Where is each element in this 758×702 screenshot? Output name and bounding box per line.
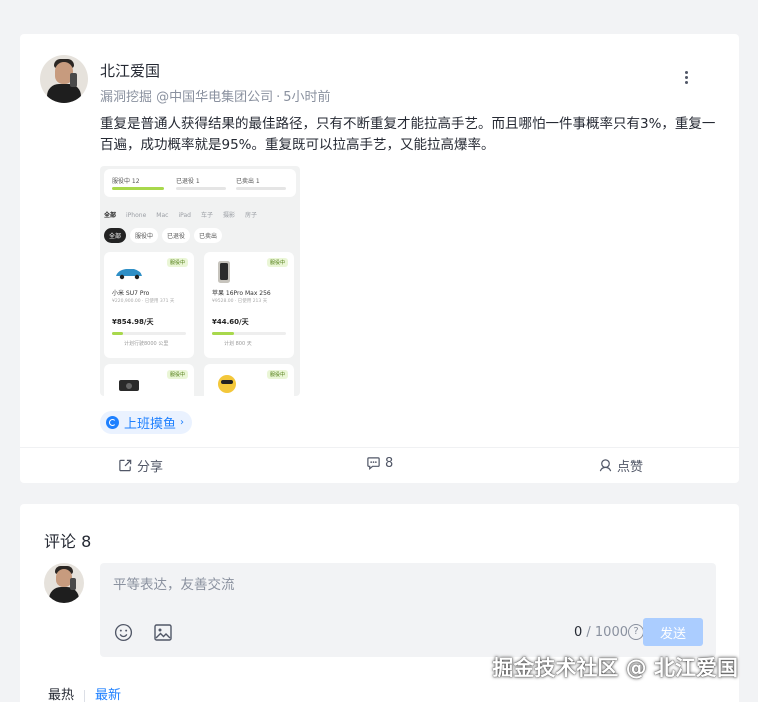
image-item-card: 服役中 苹果 16Pro Max 256 ¥9528.00 · 已使用 213 … [204, 252, 294, 358]
image-category: 房子 [244, 212, 257, 219]
current-user-avatar[interactable] [44, 563, 84, 603]
item-status-badge: 服役中 [166, 258, 188, 267]
more-options-icon[interactable] [679, 71, 693, 87]
share-button[interactable]: 分享 [118, 456, 163, 475]
image-stat: 服役中 12 [112, 178, 140, 185]
comment-input[interactable] [113, 577, 693, 593]
image-category: 摄影 [222, 212, 235, 219]
like-button[interactable]: 点赞 [598, 456, 643, 475]
image-item-card: 服役中 [104, 364, 194, 396]
item-progress [212, 332, 286, 335]
item-name: 苹果 16Pro Max 256 [212, 290, 271, 297]
item-subtitle: ¥9528.00 · 已使用 213 天 [212, 299, 268, 304]
camera-icon [119, 380, 139, 391]
item-note: 计划行驶8000 公里 [124, 341, 169, 347]
post-image[interactable]: 服役中 12 已退役 1 已卖出 1 全部 iPhone Mac iPad 车子 摄影 房子… [100, 166, 300, 396]
post-card: 北江爱国 漏洞挖掘 @中国华电集团公司 · 5小时前 重复是普通人获得结果的最佳路径… [20, 34, 739, 483]
item-price: ¥44.60/天 [212, 318, 249, 326]
topic-tag[interactable]: 上班摸鱼 › [100, 411, 193, 434]
image-category: iPad [178, 212, 191, 219]
comment-editor: 0 / 1000 ? 发送 [100, 563, 716, 657]
char-counter: 0 / 1000 [574, 625, 628, 640]
image-item-card: 服役中 [204, 364, 294, 396]
char-count-max: / 1000 [582, 625, 628, 640]
item-name: 小米 SU7 Pro [112, 290, 150, 297]
image-category: Mac [156, 212, 169, 219]
tab-separator [84, 689, 86, 702]
sticker-icon [218, 375, 236, 393]
image-stat: 已卖出 1 [236, 178, 260, 185]
car-icon [116, 269, 142, 280]
item-subtitle: ¥220,900.00 · 已使用 371 天 [112, 299, 175, 304]
item-progress [112, 332, 186, 335]
tab-hottest[interactable]: 最热 [48, 688, 74, 702]
comment-count: 8 [385, 456, 394, 471]
author-avatar[interactable] [40, 55, 88, 103]
post-time: 5小时前 [283, 90, 331, 105]
comment-sort-tabs: 最热 最新 [48, 684, 121, 702]
author-name[interactable]: 北江爱国 [100, 60, 160, 81]
watermark: 掘金技术社区 @ 北江爱国 [492, 656, 738, 680]
emoji-icon[interactable] [114, 623, 133, 642]
like-icon [599, 459, 612, 472]
image-filter: 全部 [104, 228, 127, 243]
share-icon [119, 459, 132, 472]
comment-section-title: 评论 8 [44, 532, 92, 551]
comment-icon [367, 457, 380, 470]
item-note: 计划 800 天 [224, 341, 252, 347]
topic-label: 上班摸鱼 [124, 417, 177, 432]
share-label: 分享 [137, 460, 164, 475]
comment-button[interactable]: 8 [366, 456, 393, 471]
author-meta: 漏洞挖掘 @中国华电集团公司 · 5小时前 [100, 86, 331, 105]
image-filter: 已退役 [162, 228, 191, 243]
image-filters: 全部 服役中 已退役 已卖出 [104, 228, 226, 243]
item-status-badge: 服役中 [266, 258, 288, 267]
image-filter: 已卖出 [194, 228, 223, 243]
phone-icon [218, 261, 230, 283]
image-category: 车子 [200, 212, 213, 219]
image-categories: 全部 iPhone Mac iPad 车子 摄影 房子 [104, 210, 267, 219]
help-icon[interactable]: ? [628, 624, 644, 640]
item-price: ¥854.98/天 [112, 318, 154, 326]
divider [20, 447, 739, 448]
like-label: 点赞 [617, 460, 644, 475]
post-content: 重复是普通人获得结果的最佳路径，只有不断重复才能拉高手艺。而且哪怕一件事概率只有… [100, 116, 716, 153]
image-stats-card: 服役中 12 已退役 1 已卖出 1 [104, 169, 296, 197]
image-item-card: 服役中 小米 SU7 Pro ¥220,900.00 · 已使用 371 天 ¥… [104, 252, 194, 358]
image-category: iPhone [126, 212, 147, 219]
item-status-badge: 服役中 [266, 370, 288, 379]
chevron-right-icon: › [180, 417, 185, 428]
image-category: 全部 [104, 212, 117, 219]
image-stat: 已退役 1 [176, 178, 200, 185]
author-title: 漏洞挖掘 @中国华电集团公司 [100, 90, 274, 105]
image-filter: 服役中 [130, 228, 159, 243]
tab-newest[interactable]: 最新 [95, 688, 121, 702]
topic-icon [106, 416, 119, 429]
item-status-badge: 服役中 [166, 370, 188, 379]
image-upload-icon[interactable] [154, 624, 172, 641]
send-button[interactable]: 发送 [643, 618, 703, 646]
meta-separator: · [276, 90, 281, 105]
